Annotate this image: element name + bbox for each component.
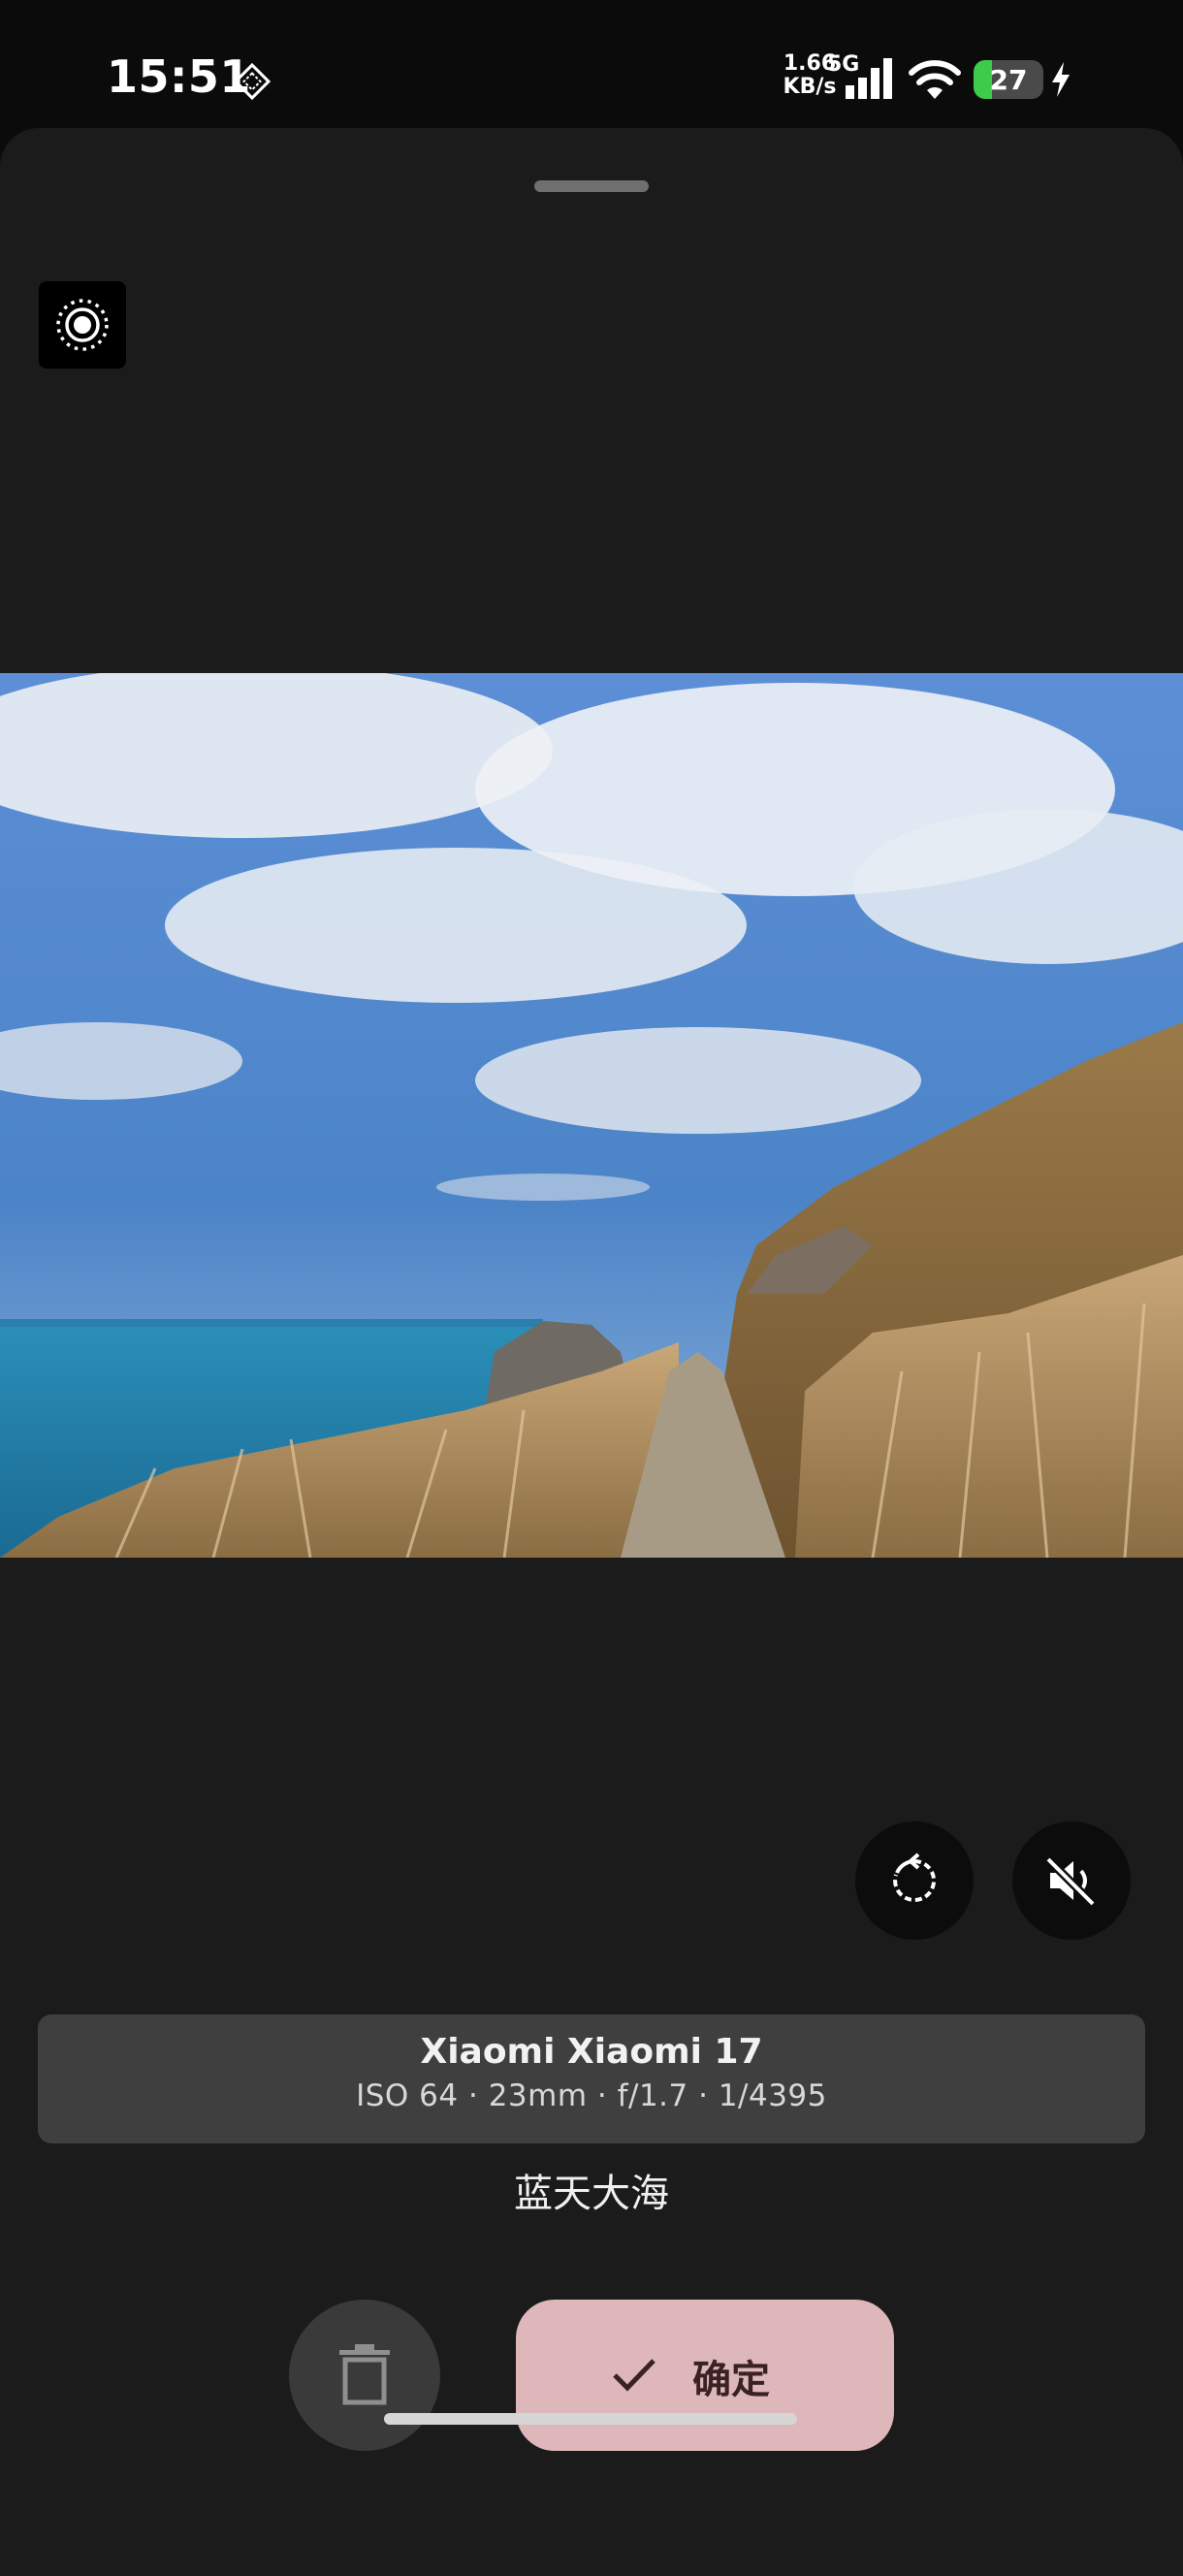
bottom-sheet: Xiaomi Xiaomi 17 ISO 64 · 23mm · f/1.7 ·… [0, 128, 1183, 2576]
status-bar: 15:51 1.66 KB/s 5G 27 [0, 0, 1183, 128]
replay-button[interactable] [855, 1821, 974, 1940]
photo-caption: 蓝天大海 [514, 2172, 669, 2216]
exif-details: ISO 64 · 23mm · f/1.7 · 1/4395 [356, 2078, 827, 2113]
battery-icon: 27 [974, 60, 1043, 99]
replay-icon [893, 1852, 937, 1902]
battery-level: 27 [989, 64, 1028, 96]
live-photo-settings-icon [56, 299, 109, 351]
status-time: 15:51 [107, 50, 251, 103]
trash-icon [339, 2344, 390, 2405]
mute-button[interactable] [1012, 1821, 1131, 1940]
landscape-photo-image [0, 673, 1183, 1558]
camera-model: Xiaomi Xiaomi 17 [420, 2032, 763, 2072]
landscape-photo[interactable] [0, 673, 1183, 1558]
check-icon [613, 2359, 655, 2392]
live-photo-settings-button[interactable] [39, 281, 126, 369]
delete-button[interactable] [289, 2300, 440, 2451]
signal-icon [846, 58, 892, 99]
home-indicator[interactable] [384, 2413, 797, 2425]
volume-muted-icon [1044, 1855, 1097, 1908]
exif-info-card: Xiaomi Xiaomi 17 ISO 64 · 23mm · f/1.7 ·… [38, 2014, 1145, 2143]
confirm-button[interactable]: 确定 [516, 2300, 894, 2451]
charging-bolt-icon [1052, 62, 1070, 97]
wifi-icon [909, 60, 961, 99]
confirm-label: 确定 [692, 2358, 770, 2402]
network-speed-unit: KB/s [783, 75, 837, 99]
drag-handle[interactable] [534, 180, 649, 192]
diamond-notification-icon [233, 62, 272, 101]
